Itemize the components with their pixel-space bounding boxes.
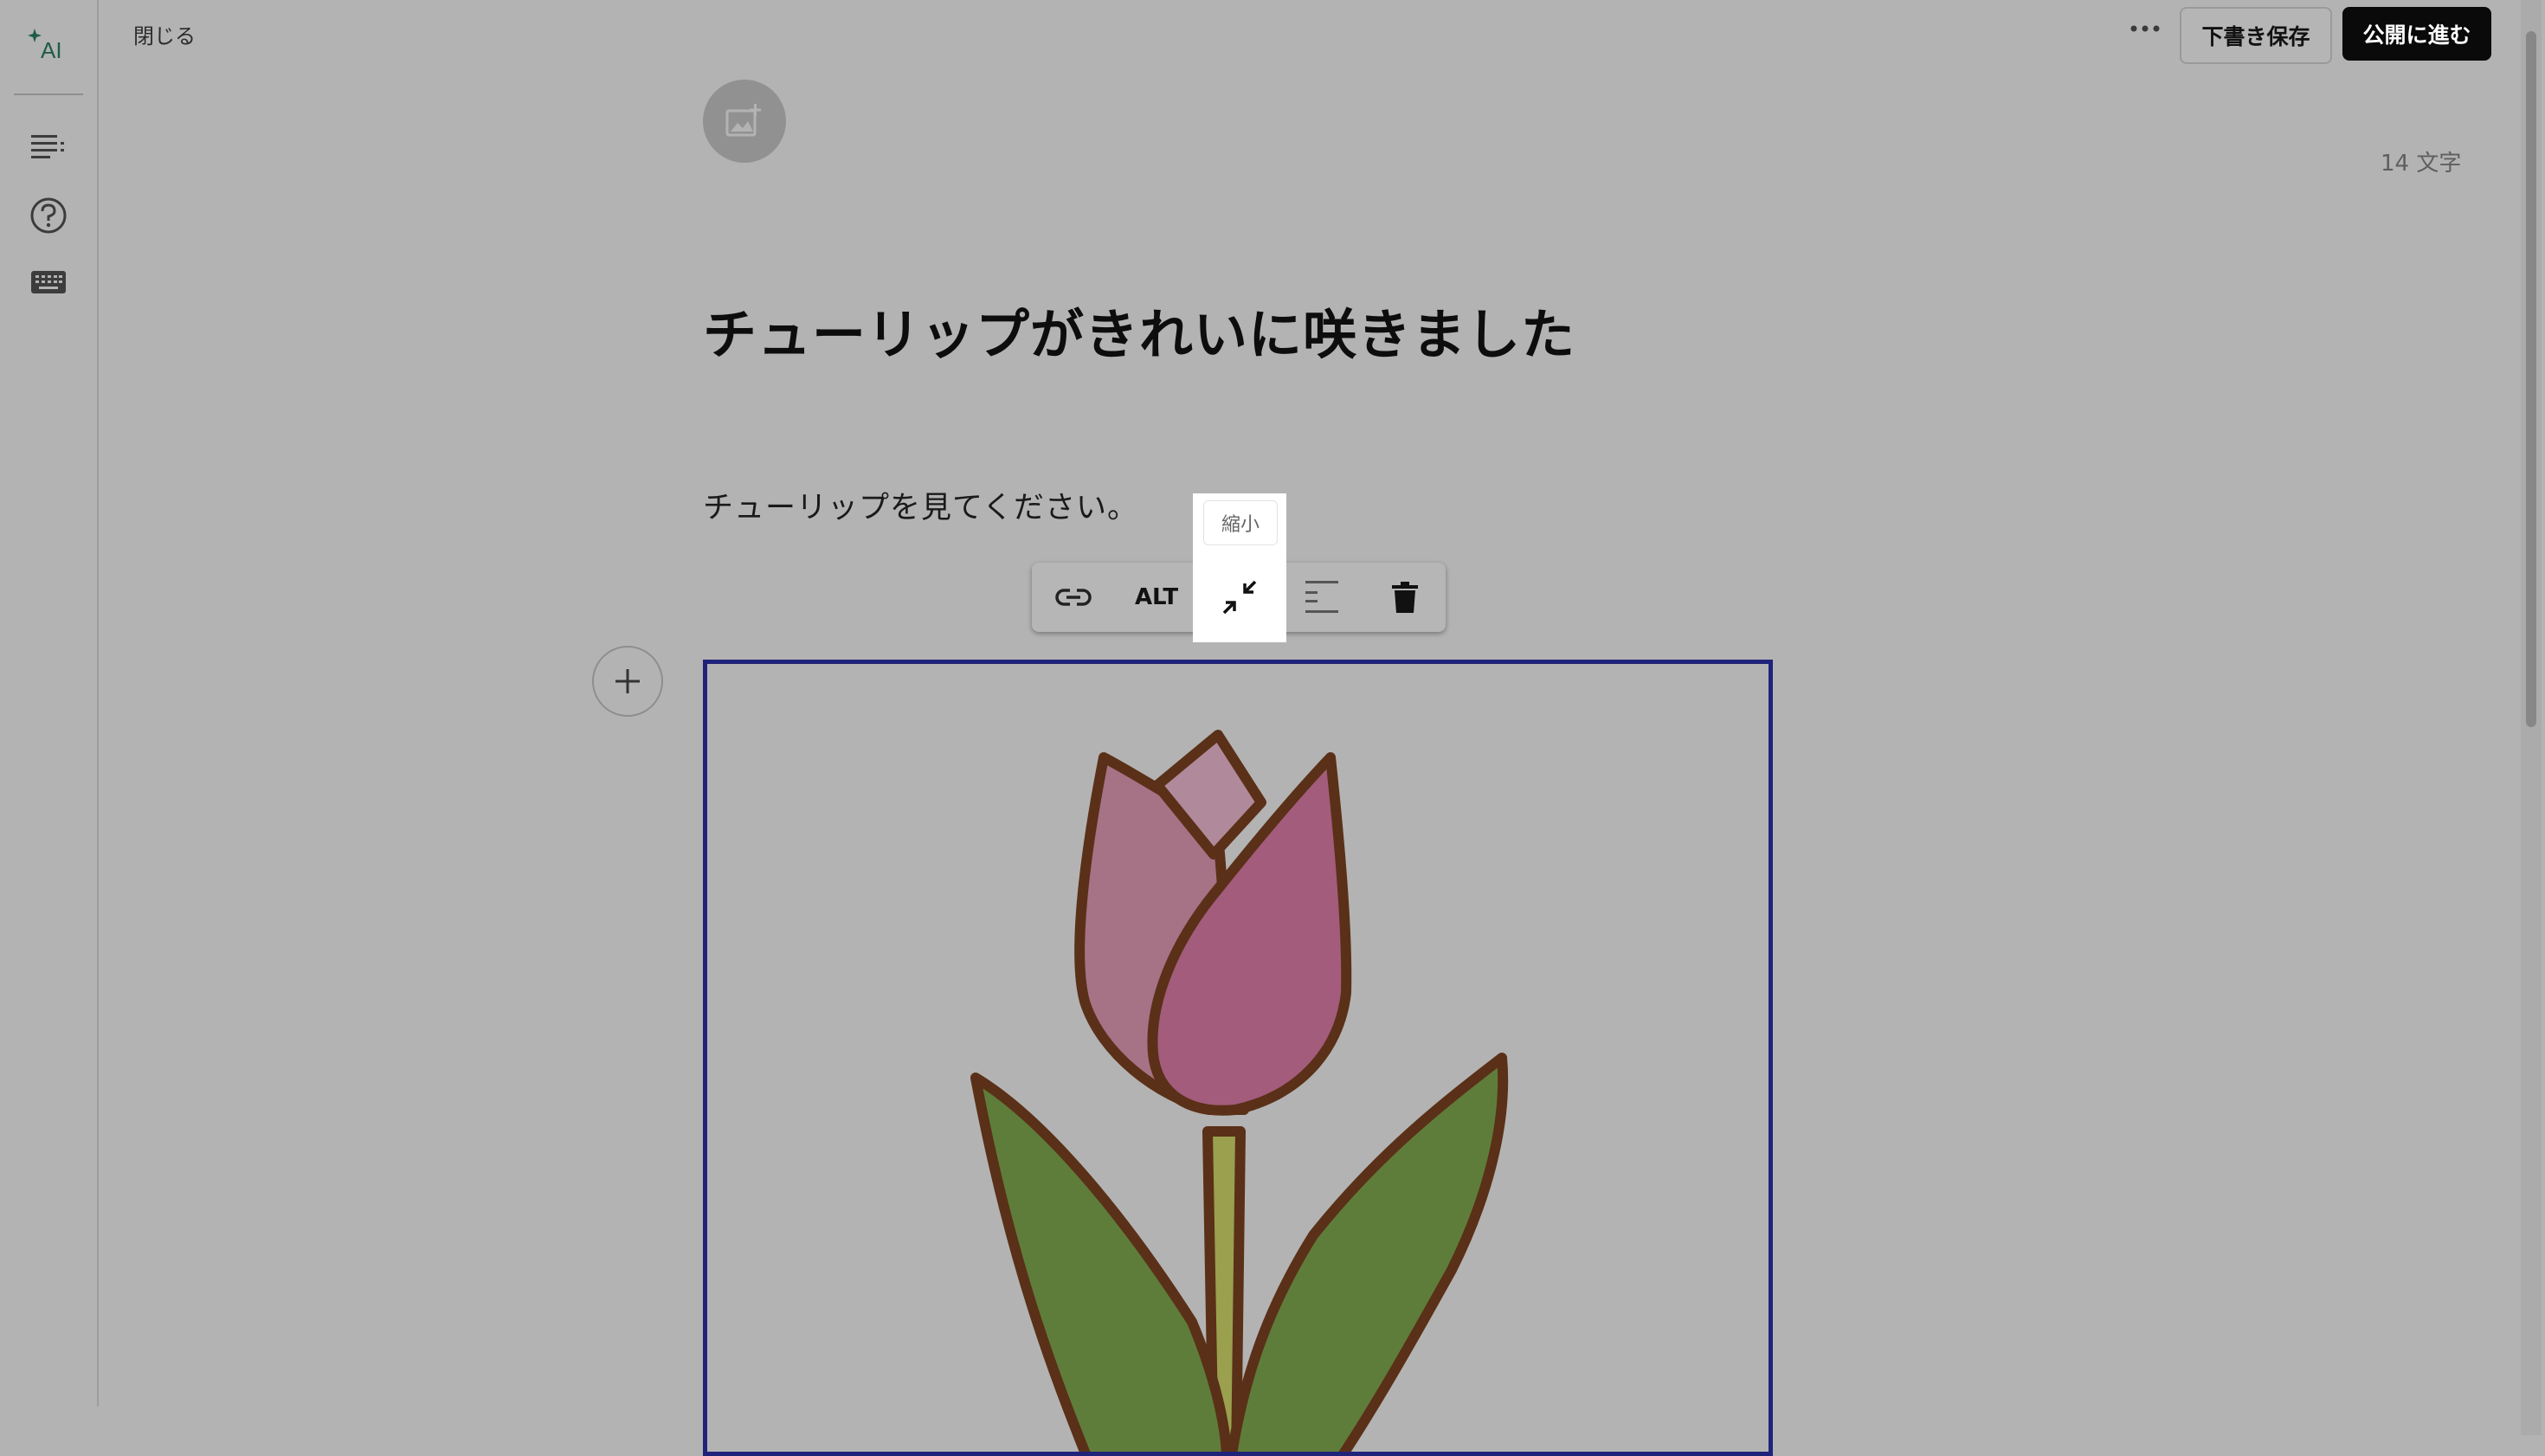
align-button[interactable] [1281, 563, 1364, 632]
shrink-button[interactable] [1193, 563, 1286, 632]
more-options-button[interactable] [2126, 16, 2164, 42]
left-sidebar: AI [0, 0, 99, 1407]
trash-icon [1392, 582, 1418, 613]
add-block-button[interactable] [592, 646, 663, 717]
sidebar-divider [14, 93, 83, 95]
tulip-illustration [970, 730, 1509, 1452]
keyboard-shortcuts-button[interactable] [0, 265, 97, 300]
add-cover-image-button[interactable] [703, 80, 786, 163]
character-count: 14 文字 [2381, 151, 2462, 177]
align-left-icon [1305, 581, 1338, 613]
delete-image-button[interactable] [1364, 563, 1446, 632]
ai-assistant-button[interactable]: AI [0, 21, 97, 68]
selected-image-block[interactable] [703, 660, 1773, 1456]
more-icon [2130, 25, 2160, 32]
save-draft-button[interactable]: 下書き保存 [2180, 7, 2332, 64]
article-title[interactable]: チューリップがきれいに咲きました [703, 291, 1575, 369]
table-of-contents-button[interactable] [0, 128, 97, 163]
table-of-contents-icon [31, 135, 64, 158]
shrink-icon [1222, 580, 1257, 615]
link-icon [1055, 589, 1092, 606]
alt-text-button[interactable]: ALT [1115, 563, 1198, 632]
publish-button[interactable]: 公開に進む [2342, 7, 2491, 61]
link-button[interactable] [1032, 563, 1115, 632]
ai-sparkle-icon: AI [28, 29, 62, 63]
help-button[interactable] [0, 196, 97, 235]
scrollbar-thumb[interactable] [2526, 31, 2536, 727]
article-body-paragraph[interactable]: チューリップを見てください。 [703, 483, 1138, 527]
add-image-icon [725, 104, 761, 137]
keyboard-icon [31, 271, 66, 293]
shrink-tooltip: 縮小 [1203, 500, 1278, 545]
plus-icon [615, 669, 640, 693]
close-button[interactable]: 閉じる [133, 19, 196, 49]
help-icon [30, 197, 67, 234]
svg-text:AI: AI [41, 37, 62, 63]
